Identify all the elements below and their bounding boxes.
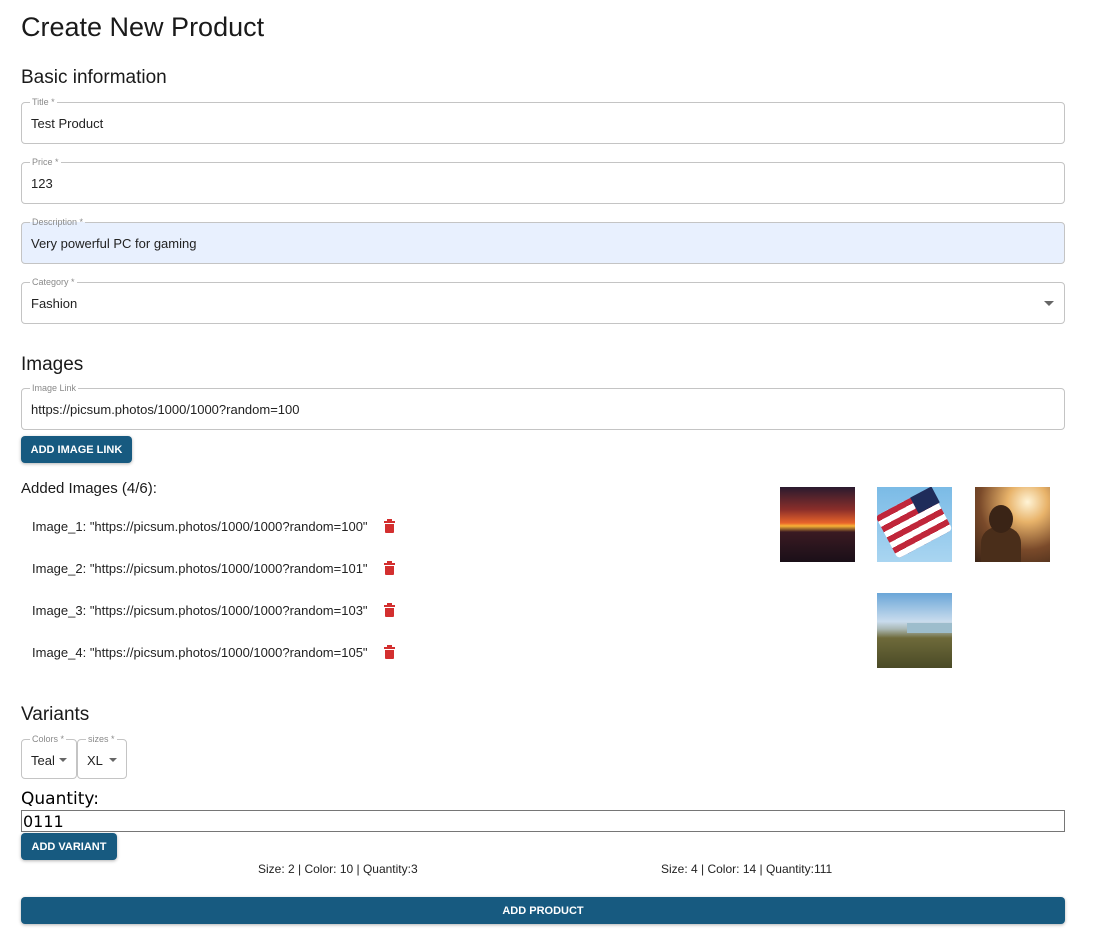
chevron-down-icon[interactable] — [109, 758, 117, 762]
price-field[interactable]: Price * 123 — [21, 156, 1065, 204]
image-list-item-label: Image_4: "https://picsum.photos/1000/100… — [32, 645, 368, 660]
image-list-item-label: Image_2: "https://picsum.photos/1000/100… — [32, 561, 368, 576]
image-link-field-label: Image Link — [30, 382, 79, 394]
colors-select-label: Colors * — [30, 734, 67, 745]
coast-thumbnail — [877, 593, 952, 668]
add-variant-button[interactable]: ADD VARIANT — [21, 833, 117, 860]
image-list-item: Image_2: "https://picsum.photos/1000/100… — [32, 561, 395, 576]
variant-summary: Size: 4 | Color: 14 | Quantity:111 — [661, 862, 833, 876]
description-field-value[interactable]: Very powerful PC for gaming — [31, 236, 196, 251]
category-select-label: Category * — [30, 276, 77, 288]
image-list-item: Image_3: "https://picsum.photos/1000/100… — [32, 603, 395, 618]
description-field-label: Description * — [30, 216, 86, 228]
title-field-value[interactable]: Test Product — [31, 116, 103, 131]
person-thumbnail — [975, 487, 1050, 562]
basic-information-heading: Basic information — [21, 67, 167, 88]
sizes-select-label: sizes * — [86, 734, 117, 745]
colors-select-value: Teal — [31, 753, 55, 768]
add-image-link-button[interactable]: ADD IMAGE LINK — [21, 436, 132, 463]
price-field-label: Price * — [30, 156, 61, 168]
delete-icon[interactable] — [383, 519, 395, 533]
chevron-down-icon[interactable] — [1044, 301, 1054, 306]
quantity-input[interactable]: 0111 — [21, 810, 1065, 832]
image-link-field-value[interactable]: https://picsum.photos/1000/1000?random=1… — [31, 402, 300, 417]
title-field-label: Title * — [30, 96, 57, 108]
delete-icon[interactable] — [383, 645, 395, 659]
image-list-item-label: Image_3: "https://picsum.photos/1000/100… — [32, 603, 368, 618]
chevron-down-icon[interactable] — [59, 758, 67, 762]
category-select-value: Fashion — [31, 296, 78, 311]
colors-select[interactable]: Colors * Teal — [21, 734, 77, 779]
images-heading: Images — [21, 354, 84, 375]
variants-heading: Variants — [21, 704, 90, 725]
variant-summary: Size: 2 | Color: 10 | Quantity:3 — [258, 862, 418, 876]
image-link-field[interactable]: Image Link https://picsum.photos/1000/10… — [21, 382, 1065, 430]
add-product-button[interactable]: ADD PRODUCT — [21, 897, 1065, 924]
page-title: Create New Product — [21, 12, 265, 42]
price-field-value[interactable]: 123 — [31, 176, 53, 191]
category-select[interactable]: Category * Fashion — [21, 276, 1065, 324]
delete-icon[interactable] — [383, 603, 395, 617]
image-list-item: Image_1: "https://picsum.photos/1000/100… — [32, 519, 395, 534]
delete-icon[interactable] — [383, 561, 395, 575]
title-field[interactable]: Title * Test Product — [21, 96, 1065, 144]
sizes-select-value: XL — [87, 753, 103, 768]
flag-thumbnail — [877, 487, 952, 562]
image-list-item-label: Image_1: "https://picsum.photos/1000/100… — [32, 519, 368, 534]
image-list-item: Image_4: "https://picsum.photos/1000/100… — [32, 645, 395, 660]
quantity-label: Quantity: — [21, 789, 99, 809]
sizes-select[interactable]: sizes * XL — [77, 734, 127, 779]
sunset-thumbnail — [780, 487, 855, 562]
quantity-input-value[interactable]: 0111 — [23, 812, 64, 831]
description-field[interactable]: Description * Very powerful PC for gamin… — [21, 216, 1065, 264]
added-images-title: Added Images (4/6): — [21, 480, 157, 497]
